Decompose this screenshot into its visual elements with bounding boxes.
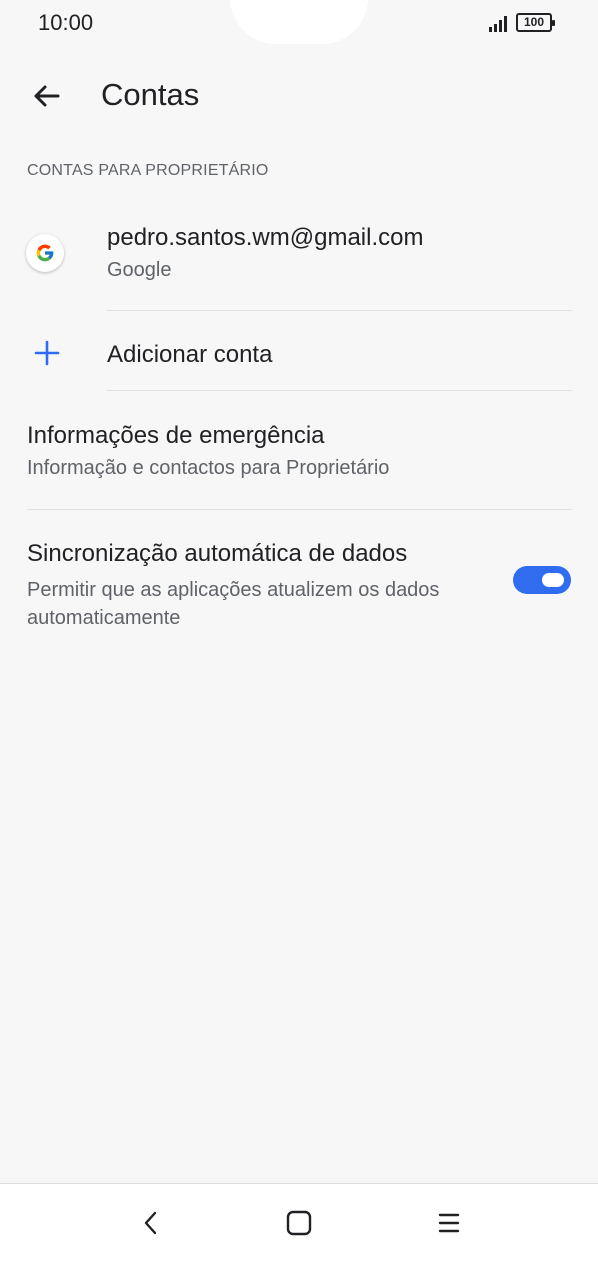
app-bar: Contas	[0, 60, 598, 130]
nav-back-icon	[144, 1211, 157, 1235]
plus-icon	[34, 340, 60, 366]
divider	[107, 310, 572, 311]
battery-icon: 100	[516, 13, 555, 32]
nav-menu-icon	[438, 1213, 460, 1233]
nav-home-icon	[286, 1210, 312, 1236]
add-account-label: Adicionar conta	[107, 341, 273, 368]
toggle-knob	[542, 573, 564, 587]
status-bar: 10:00 100	[0, 0, 598, 46]
add-account-button[interactable]: Adicionar conta	[0, 312, 598, 390]
nav-menu-button[interactable]	[434, 1208, 464, 1238]
auto-sync-toggle[interactable]	[513, 566, 571, 594]
divider	[107, 390, 572, 391]
account-item-google[interactable]: pedro.santos.wm@gmail.com Google	[0, 215, 598, 311]
emergency-info-subtitle: Informação e contactos para Proprietário	[27, 457, 390, 479]
auto-sync-subtitle: Permitir que as aplicações atualizem os …	[27, 579, 440, 629]
section-header: CONTAS PARA PROPRIETÁRIO	[27, 162, 269, 179]
page-title: Contas	[101, 77, 200, 112]
nav-back-button[interactable]	[136, 1208, 166, 1238]
account-type: Google	[107, 259, 172, 281]
google-icon	[26, 234, 64, 272]
back-button[interactable]	[26, 76, 66, 116]
navigation-bar	[0, 1183, 598, 1262]
emergency-info-item[interactable]: Informações de emergência Informação e c…	[0, 392, 598, 510]
battery-level: 100	[523, 15, 545, 29]
auto-sync-item[interactable]: Sincronização automática de dados Permit…	[0, 510, 598, 650]
camera-notch	[230, 0, 368, 44]
status-time: 10:00	[38, 10, 94, 35]
auto-sync-title: Sincronização automática de dados	[27, 540, 408, 567]
emergency-info-title: Informações de emergência	[27, 422, 325, 449]
nav-home-button[interactable]	[284, 1208, 314, 1238]
arrow-back-icon	[34, 85, 60, 107]
signal-icon	[489, 14, 509, 32]
account-email: pedro.santos.wm@gmail.com	[107, 224, 424, 251]
